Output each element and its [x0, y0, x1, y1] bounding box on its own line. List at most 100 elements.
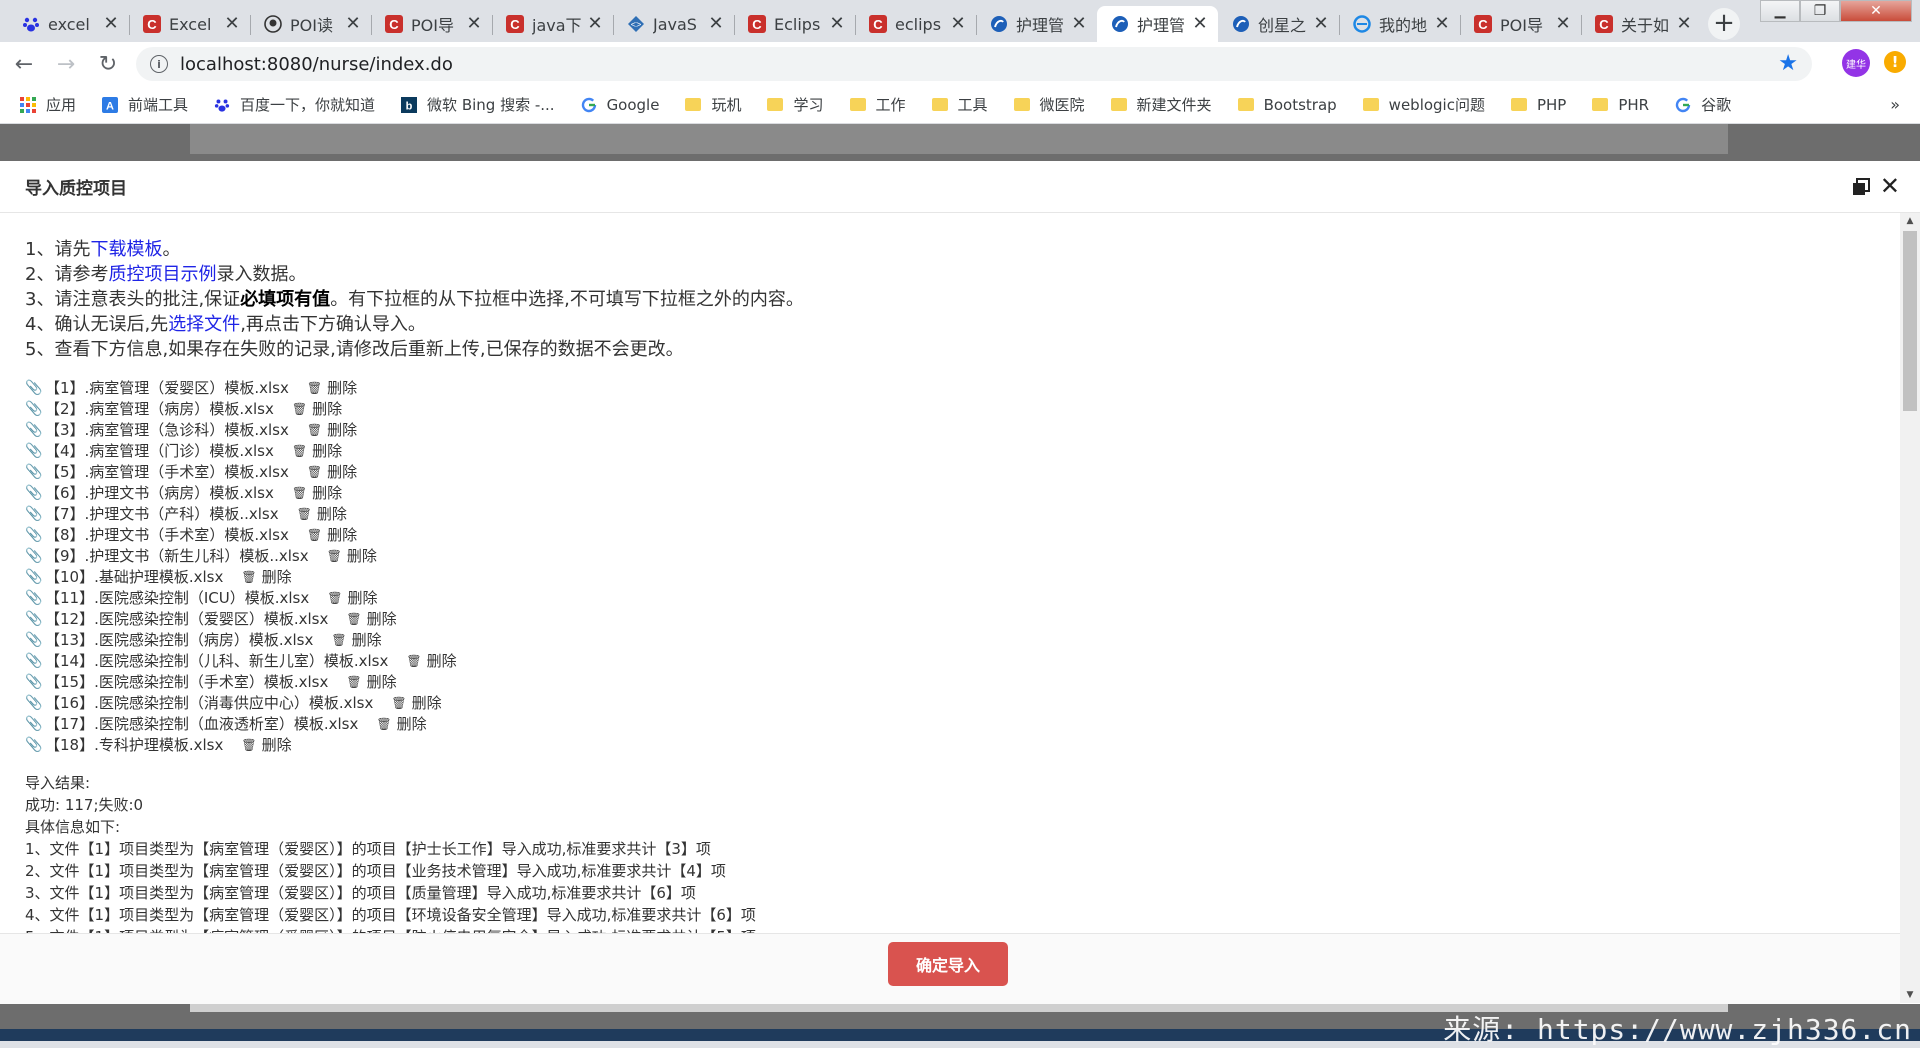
minimize-button[interactable]: ▁: [1760, 0, 1800, 22]
browser-tab[interactable]: C Eclips ✕: [734, 6, 855, 42]
browser-tab[interactable]: C Excel ✕: [129, 6, 250, 42]
delete-file-button[interactable]: 删除: [412, 693, 442, 714]
address-bar[interactable]: i localhost:8080/nurse/index.do ★: [136, 47, 1812, 81]
bookmark-item[interactable]: PHP: [1510, 96, 1566, 114]
trash-icon[interactable]: 🗑: [376, 714, 391, 735]
tab-close-icon[interactable]: ✕: [829, 15, 845, 33]
tab-close-icon[interactable]: ✕: [1071, 15, 1087, 33]
browser-tab[interactable]: POI读 ✕: [250, 6, 371, 42]
trash-icon[interactable]: 🗑: [327, 546, 342, 567]
trash-icon[interactable]: 🗑: [307, 525, 322, 546]
example-link[interactable]: 质控项目示例: [108, 264, 216, 285]
delete-file-button[interactable]: 删除: [327, 378, 357, 399]
trash-icon[interactable]: 🗑: [241, 735, 256, 756]
trash-icon[interactable]: 🗑: [292, 399, 307, 420]
bookmark-item[interactable]: 微医院: [1013, 94, 1085, 115]
tab-close-icon[interactable]: ✕: [1434, 15, 1450, 33]
trash-icon[interactable]: 🗑: [327, 588, 342, 609]
delete-file-button[interactable]: 删除: [397, 714, 427, 735]
browser-tab[interactable]: C 关于如 ✕: [1581, 6, 1702, 42]
confirm-import-button[interactable]: 确定导入: [888, 942, 1008, 986]
bookmark-star-icon[interactable]: ★: [1778, 51, 1798, 76]
dialog-scrollbar[interactable]: ▲ ▼: [1900, 213, 1920, 1003]
trash-icon[interactable]: 🗑: [391, 693, 406, 714]
bookmark-item[interactable]: Bootstrap: [1237, 96, 1337, 114]
bookmarks-overflow-button[interactable]: »: [1890, 95, 1900, 114]
info-icon[interactable]: i: [150, 55, 168, 73]
delete-file-button[interactable]: 删除: [427, 651, 457, 672]
tab-close-icon[interactable]: ✕: [103, 15, 119, 33]
delete-file-button[interactable]: 删除: [347, 546, 377, 567]
scroll-thumb[interactable]: [1903, 231, 1917, 411]
delete-file-button[interactable]: 删除: [262, 735, 292, 756]
tab-close-icon[interactable]: ✕: [1555, 15, 1571, 33]
delete-file-button[interactable]: 删除: [317, 504, 347, 525]
browser-tab[interactable]: <> JavaS ✕: [613, 6, 734, 42]
browser-tab[interactable]: 创星之 ✕: [1218, 6, 1339, 42]
trash-icon[interactable]: 🗑: [292, 483, 307, 504]
choose-file-link[interactable]: 选择文件: [168, 314, 240, 335]
bookmark-item[interactable]: weblogic问题: [1362, 94, 1485, 115]
restore-button[interactable]: ❐: [1800, 0, 1840, 22]
browser-tab[interactable]: 护理管 ✕: [976, 6, 1097, 42]
bookmark-item[interactable]: 谷歌: [1675, 94, 1731, 115]
back-button[interactable]: ←: [6, 46, 42, 82]
scroll-up-icon[interactable]: ▲: [1900, 213, 1920, 229]
delete-file-button[interactable]: 删除: [312, 399, 342, 420]
browser-tab[interactable]: 我的地 ✕: [1339, 6, 1460, 42]
trash-icon[interactable]: 🗑: [241, 567, 256, 588]
url-text[interactable]: localhost:8080/nurse/index.do: [180, 54, 453, 75]
browser-tab[interactable]: Ceclips ✕: [855, 6, 976, 42]
bookmark-item[interactable]: Google: [581, 96, 659, 114]
delete-file-button[interactable]: 删除: [262, 567, 292, 588]
dialog-close-icon[interactable]: ✕: [1880, 173, 1900, 199]
trash-icon[interactable]: 🗑: [307, 420, 322, 441]
tab-close-icon[interactable]: ✕: [224, 15, 240, 33]
window-close-button[interactable]: ✕: [1840, 0, 1912, 22]
bookmark-item[interactable]: 百度一下，你就知道: [214, 94, 375, 115]
new-tab-button[interactable]: +: [1708, 8, 1740, 40]
trash-icon[interactable]: 🗑: [331, 630, 346, 651]
maximize-icon[interactable]: [1852, 178, 1870, 196]
trash-icon[interactable]: 🗑: [307, 462, 322, 483]
delete-file-button[interactable]: 删除: [312, 441, 342, 462]
reload-button[interactable]: ↻: [90, 46, 126, 82]
tab-close-icon[interactable]: ✕: [587, 15, 603, 33]
bookmark-item[interactable]: 工作: [849, 94, 906, 115]
trash-icon[interactable]: 🗑: [292, 441, 307, 462]
delete-file-button[interactable]: 删除: [327, 420, 357, 441]
bookmark-item[interactable]: PHR: [1592, 96, 1649, 114]
bookmark-item[interactable]: 应用: [20, 94, 76, 115]
tab-close-icon[interactable]: ✕: [345, 15, 361, 33]
bookmark-item[interactable]: b 微软 Bing 搜索 -...: [401, 94, 555, 115]
scroll-down-icon[interactable]: ▼: [1900, 987, 1920, 1003]
bookmark-item[interactable]: 新建文件夹: [1110, 94, 1212, 115]
delete-file-button[interactable]: 删除: [327, 462, 357, 483]
bookmark-item[interactable]: 学习: [767, 94, 824, 115]
browser-tab[interactable]: Cjava下 ✕: [492, 6, 613, 42]
forward-button[interactable]: →: [48, 46, 84, 82]
bookmark-item[interactable]: 玩机: [685, 94, 741, 115]
trash-icon[interactable]: 🗑: [346, 609, 361, 630]
delete-file-button[interactable]: 删除: [347, 588, 377, 609]
profile-avatar[interactable]: 建华: [1842, 49, 1870, 77]
browser-tab[interactable]: excel ✕: [8, 6, 129, 42]
delete-file-button[interactable]: 删除: [367, 672, 397, 693]
tab-close-icon[interactable]: ✕: [708, 15, 724, 33]
tab-close-icon[interactable]: ✕: [466, 15, 482, 33]
bookmark-item[interactable]: 工具: [931, 94, 988, 115]
trash-icon[interactable]: 🗑: [307, 378, 322, 399]
trash-icon[interactable]: 🗑: [406, 651, 421, 672]
tab-close-icon[interactable]: ✕: [1313, 15, 1329, 33]
browser-tab[interactable]: C POI导 ✕: [371, 6, 492, 42]
delete-file-button[interactable]: 删除: [367, 609, 397, 630]
download-template-link[interactable]: 下载模板: [90, 239, 162, 260]
delete-file-button[interactable]: 删除: [352, 630, 382, 651]
tab-close-icon[interactable]: ✕: [1192, 15, 1208, 33]
browser-tab[interactable]: C POI导 ✕: [1460, 6, 1581, 42]
trash-icon[interactable]: 🗑: [346, 672, 361, 693]
trash-icon[interactable]: 🗑: [297, 504, 312, 525]
update-alert-icon[interactable]: !: [1884, 51, 1906, 73]
delete-file-button[interactable]: 删除: [327, 525, 357, 546]
tab-close-icon[interactable]: ✕: [950, 15, 966, 33]
